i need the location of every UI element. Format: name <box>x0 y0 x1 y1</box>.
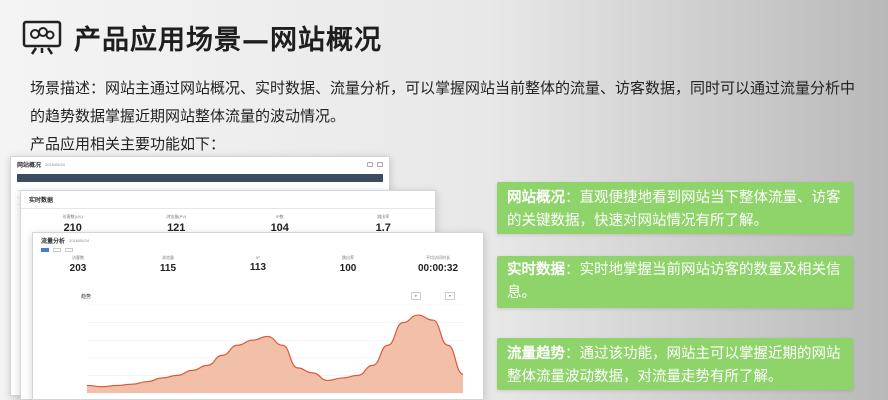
overview-tools <box>367 162 383 167</box>
scenario-description: 场景描述：网站主通过网站概况、实时数据、流量分析，可以掌握网站当前整体的流量、访… <box>30 79 856 125</box>
export-icon <box>367 162 373 167</box>
overview-date: 2016/05/24 <box>45 162 66 167</box>
overview-title: 网站概况 <box>17 163 42 169</box>
feature-box-trend: 流量趋势：通过该功能，网站主可以掌握近期的网站整体流量波动数据，对流量走势有所了… <box>497 338 853 390</box>
trend-chart <box>86 304 464 394</box>
trend-area <box>87 315 463 393</box>
overview-table-header <box>17 174 383 182</box>
feature-box-realtime: 实时数据：实时地掌握当前网站访客的数量及相关信息。 <box>497 256 853 308</box>
feature-name: 网站概况 <box>507 190 565 206</box>
traffic-screenshot: 流量分析 2016/05/24 访客数 203 浏览量 115 IP 113 跳出率 1… <box>32 232 484 400</box>
page-title: 产品应用场景—网站概况 <box>74 25 382 56</box>
title-row: 产品应用场景—网站概况 <box>22 18 382 57</box>
feature-name: 流量趋势 <box>507 346 565 362</box>
realtime-title: 实时数据 <box>21 191 435 209</box>
feature-name: 实时数据 <box>507 262 565 278</box>
feature-box-overview: 网站概况：直观便捷地看到网站当下整体流量、访客的关键数据，快速对网站情况有所了解… <box>497 182 853 234</box>
features-intro: 产品应用相关主要功能如下： <box>30 135 226 153</box>
presentation-board-icon <box>22 20 62 55</box>
settings-icon <box>377 162 383 167</box>
